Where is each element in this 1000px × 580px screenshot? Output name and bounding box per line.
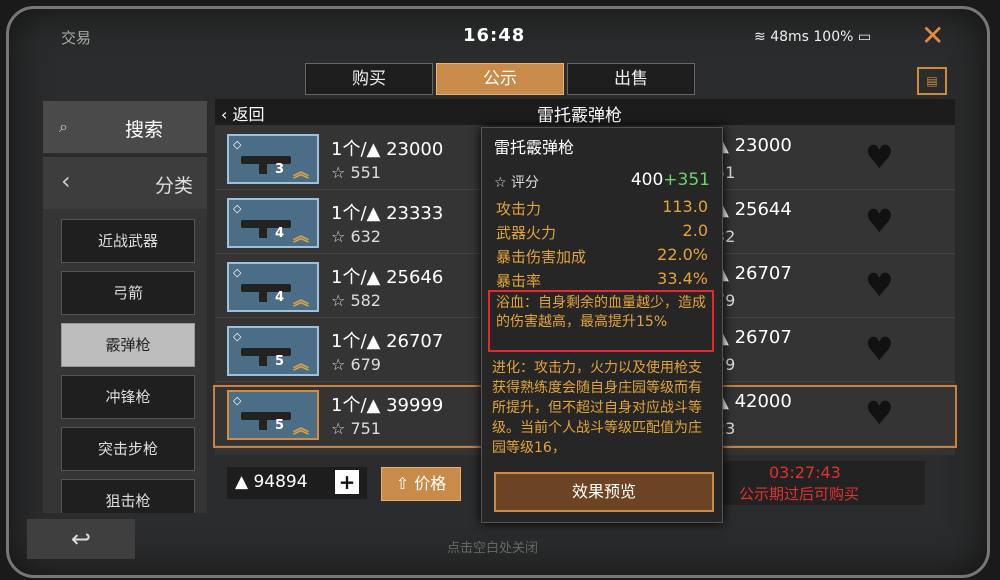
tooltip-score: ☆ 评分 400+351 [494,170,710,191]
listing-price-right: ▲ 42000 [715,391,792,412]
listing-price: 1个/▲ 25646 [331,267,444,288]
category-sidebar[interactable]: 近战武器 弓箭 霰弹枪 冲锋枪 突击步枪 狙击枪 [43,209,207,513]
heart-icon[interactable]: ♥ [865,397,894,429]
stat-row: 武器火力 2.0 [496,221,708,242]
item-level: 5 [275,418,285,433]
heart-icon[interactable]: ♥ [865,205,894,237]
announce-timer: 03:27:43 公示期过后可购买 [721,461,925,505]
effect-preview-button[interactable]: 效果预览 [494,472,714,512]
item-level: 3 [275,162,285,177]
close-icon[interactable]: ✕ [921,19,944,52]
status-bar: 交易 16:48 ≋ 48ms 100% ▭ ✕ [9,9,987,67]
add-currency-button[interactable]: + [335,470,359,494]
wifi-icon: ≋ [754,29,771,45]
listing-header: ‹ 返回 雷托霰弹枪 [215,99,955,126]
score-bonus: +351 [663,170,710,190]
heart-icon[interactable]: ♥ [865,333,894,365]
clipboard-icon[interactable]: ▤ [917,67,947,95]
battery-icon: ▭ [857,29,872,45]
diamond-icon: ◇ [233,394,242,407]
listing-score: ☆ 632 [331,227,381,246]
listing-price: 1个/▲ 39999 [331,395,444,416]
sort-up-icon: ⇧ [395,474,415,493]
price-sort-button[interactable]: ⇧ 价格 [381,467,461,501]
sidebar-item-bow[interactable]: 弓箭 [61,271,195,315]
tab-announce[interactable]: 公示 [436,63,564,95]
sidebar-item-smg[interactable]: 冲锋枪 [61,375,195,419]
listing-price-right: ▲ 26707 [715,263,792,284]
item-thumbnail: ◇ 5 ︽ [227,390,319,440]
countdown: 03:27:43 [769,463,841,482]
listing-score: ☆ 551 [331,163,381,182]
network-status: ≋ 48ms 100% ▭ [754,29,872,45]
item-tooltip: 雷托霰弹枪 ☆ 评分 400+351 攻击力 113.0 武器火力 2.0 暴击伤害… [481,127,723,523]
trade-tabs: 购买 公示 出售 [305,63,695,95]
item-level: 5 [275,354,285,369]
rank-chevron-icon: ︽ [293,226,310,245]
rank-chevron-icon: ︽ [293,418,310,437]
search-icon: ⌕ [59,117,68,136]
back-link[interactable]: ‹ 返回 [221,101,265,125]
tooltip-title: 雷托霰弹枪 [494,138,575,157]
item-level: 4 [275,226,285,241]
listing-price-right: ▲ 26707 [715,327,792,348]
chevron-left-icon: ‹ [61,167,71,195]
stat-row: 暴击伤害加成 22.0% [496,245,708,266]
diamond-icon: ◇ [233,330,242,343]
rank-chevron-icon: ︽ [293,162,310,181]
item-level: 4 [275,290,285,305]
tab-buy[interactable]: 购买 [305,63,433,95]
rank-chevron-icon: ︽ [293,290,310,309]
listing-price: 1个/▲ 23000 [331,139,444,160]
listing-score: ☆ 582 [331,291,381,310]
diamond-icon: ◇ [233,202,242,215]
back-button[interactable]: ↩ [27,519,135,559]
special-effect: 浴血：自身剩余的血量越少，造成的伤害越高，最高提升15% [488,290,714,352]
sidebar-item-shotgun[interactable]: 霰弹枪 [61,323,195,367]
score-star-icon: ☆ [494,175,512,191]
listing-score: ☆ 751 [331,419,381,438]
rank-chevron-icon: ︽ [293,354,310,373]
tab-sell[interactable]: 出售 [567,63,695,95]
diamond-icon: ◇ [233,138,242,151]
listing-price-right: ▲ 25644 [715,199,792,220]
item-thumbnail: ◇ 4 ︽ [227,262,319,312]
heart-icon[interactable]: ♥ [865,269,894,301]
diamond-icon: ◇ [233,266,242,279]
item-thumbnail: ◇ 4 ︽ [227,198,319,248]
page-title: 雷托霰弹枪 [537,106,622,126]
currency-value: ▲ 94894 [235,472,308,492]
item-thumbnail: ◇ 3 ︽ [227,134,319,184]
countdown-note: 公示期过后可购买 [739,485,860,503]
clock: 16:48 [463,25,526,46]
sidebar-item-melee[interactable]: 近战武器 [61,219,195,263]
search-button[interactable]: ⌕ 搜索 [43,101,207,153]
heart-icon[interactable]: ♥ [865,141,894,173]
currency-balance: ▲ 94894 + [227,467,367,499]
stat-row: 攻击力 113.0 [496,197,708,218]
listing-price: 1个/▲ 23333 [331,203,444,224]
game-window: 交易 16:48 ≋ 48ms 100% ▭ ✕ 购买 公示 出售 ▤ ⌕ 搜索… [6,6,990,578]
evolution-description: 进化：攻击力，火力以及使用枪支获得熟练度会随自身庄园等级而有所提升，但不超过自身… [492,360,702,456]
item-thumbnail: ◇ 5 ︽ [227,326,319,376]
app-title: 交易 [61,29,92,47]
listing-price-right: ▲ 23000 [715,135,792,156]
sidebar-item-sniper[interactable]: 狙击枪 [61,479,195,513]
stat-row: 暴击率 33.4% [496,269,708,290]
listing-score: ☆ 679 [331,355,381,374]
listing-price: 1个/▲ 26707 [331,331,444,352]
sidebar-item-assault-rifle[interactable]: 突击步枪 [61,427,195,471]
category-button[interactable]: ‹ 分类 [43,157,207,209]
close-hint: 点击空白处关闭 [447,541,539,556]
